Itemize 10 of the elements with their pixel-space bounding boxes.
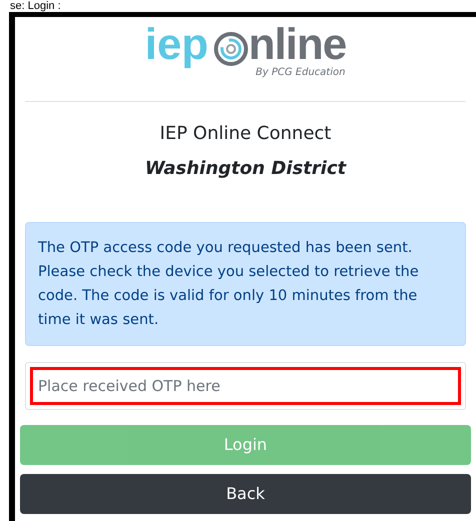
otp-input-field[interactable]: Place received OTP here [30, 367, 461, 405]
caption: se: Login : [10, 0, 61, 12]
district-name: Washington District [145, 157, 346, 181]
back-button[interactable]: Back [20, 474, 471, 514]
alert-message: The OTP access code you requested has been sent. Please check the device you selected to retrieve the code. The code is valid for only 10 minutes from the time it was sent. [38, 239, 420, 330]
logo-tagline: By PCG Education [256, 67, 346, 79]
logo-text: nline [248, 23, 346, 67]
swirl-icon [214, 32, 248, 66]
app-title: IEP Online Connect [160, 122, 332, 146]
logo-text: iep [144, 23, 208, 67]
